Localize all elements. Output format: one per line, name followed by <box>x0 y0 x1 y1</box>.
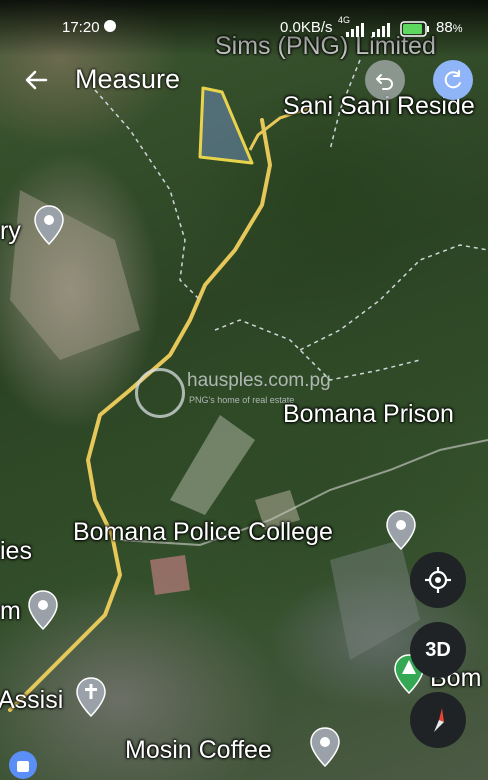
label-bomana-prison[interactable]: Bomana Prison <box>283 400 454 429</box>
shopping-pin-icon[interactable] <box>8 750 38 780</box>
label-ry[interactable]: ry <box>0 217 21 246</box>
redo-button[interactable] <box>433 60 473 100</box>
alarm-icon <box>104 20 116 32</box>
measure-polygon <box>198 86 254 165</box>
arrow-left-icon <box>25 70 48 90</box>
compass-icon <box>434 708 444 732</box>
undo-icon <box>376 74 393 90</box>
battery-icon <box>400 21 429 37</box>
signal-icon <box>346 23 364 37</box>
field-patch <box>330 540 420 660</box>
battery-value: 88 <box>436 19 453 36</box>
my-location-button[interactable] <box>410 552 466 608</box>
watermark-logo <box>135 368 185 418</box>
watermark-brand: hausples.com.pg <box>187 370 331 391</box>
boundary-line <box>299 244 488 351</box>
field-patch <box>10 190 140 360</box>
undo-button[interactable] <box>365 60 405 100</box>
field-patch <box>150 555 190 595</box>
label-assisi[interactable]: Assisi <box>0 686 63 715</box>
battery-unit: % <box>452 23 463 35</box>
label-ies[interactable]: ies <box>0 537 32 566</box>
back-button[interactable] <box>20 64 52 96</box>
page-title: Measure <box>75 64 181 94</box>
watermark-tagline: PNG's home of real estate <box>189 395 295 405</box>
church-pin-icon[interactable] <box>76 677 106 717</box>
label-m[interactable]: m <box>0 597 21 626</box>
crosshair-icon <box>425 567 451 593</box>
status-bar: 17:20 0.0KB/s 4G 88% <box>0 0 488 56</box>
signal-icon-2 <box>372 23 390 37</box>
map-pin-icon[interactable] <box>386 510 416 550</box>
status-time: 17:20 <box>62 19 100 36</box>
3d-label: 3D <box>425 638 451 661</box>
redo-icon <box>444 70 461 89</box>
map-pin-icon[interactable] <box>310 727 340 767</box>
battery-level: 88% <box>436 19 462 36</box>
3d-toggle-button[interactable]: 3D <box>410 622 466 678</box>
map-pin-icon[interactable] <box>34 205 64 245</box>
map-pin-icon[interactable] <box>28 590 58 630</box>
field-patch <box>170 415 255 515</box>
network-speed: 0.0KB/s <box>280 19 333 36</box>
label-mosin-coffee[interactable]: Mosin Coffee <box>125 736 272 765</box>
label-police-college[interactable]: Bomana Police College <box>73 518 333 547</box>
compass-button[interactable] <box>410 692 466 748</box>
